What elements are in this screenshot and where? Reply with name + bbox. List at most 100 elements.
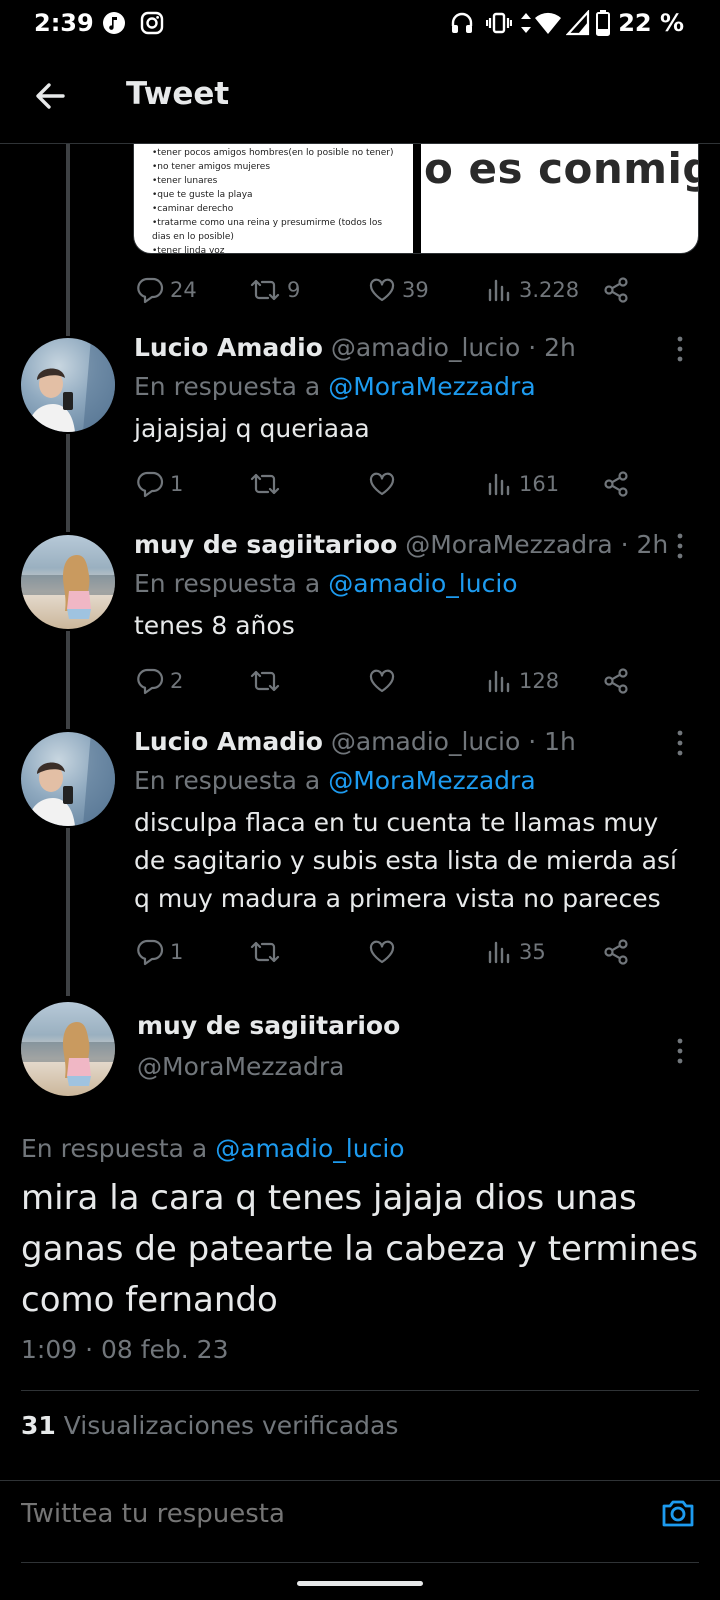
main-tweet-text: mira la cara q tenes jajaja dios unas ga…	[21, 1178, 699, 1320]
battery-percentage: 22 %	[618, 9, 684, 37]
data-transfer-icon	[520, 11, 532, 39]
avatar[interactable]	[21, 535, 115, 629]
mention-link[interactable]: @MoraMezzadra	[328, 372, 535, 401]
share-button[interactable]	[602, 936, 630, 968]
mention-link[interactable]: @MoraMezzadra	[328, 766, 535, 795]
media-caption: o es conmigo	[424, 144, 698, 193]
avatar[interactable]	[21, 1002, 115, 1096]
tweet-text: tenes 8 años	[134, 611, 295, 640]
tweet-media[interactable]: •tener pocos amigos hombres(en lo posibl…	[133, 144, 699, 254]
like-button[interactable]	[368, 936, 396, 968]
wifi-icon	[534, 10, 562, 40]
share-button[interactable]	[602, 468, 630, 500]
music-app-icon	[102, 11, 126, 39]
reply-context: En respuesta a @MoraMezzadra	[134, 372, 536, 401]
camera-icon[interactable]	[660, 1495, 696, 1531]
author-handle[interactable]: @amadio_lucio	[331, 333, 520, 362]
share-button[interactable]	[602, 274, 630, 306]
more-options-icon[interactable]	[670, 1036, 690, 1066]
back-arrow-icon[interactable]	[30, 76, 70, 116]
like-button[interactable]	[368, 665, 396, 697]
thread-line	[66, 828, 70, 996]
mention-link[interactable]: @amadio_lucio	[215, 1134, 404, 1163]
thread-line	[66, 631, 70, 729]
views-summary[interactable]: 31 Visualizaciones verificadas	[21, 1411, 398, 1440]
retweet-button[interactable]	[249, 468, 281, 500]
reply-prefix: En respuesta a	[134, 372, 321, 401]
mention-link[interactable]: @amadio_lucio	[328, 569, 517, 598]
share-icon	[604, 471, 628, 497]
reply-icon	[137, 471, 164, 498]
views-button[interactable]: 128	[487, 665, 559, 697]
share-button[interactable]	[602, 665, 630, 697]
retweet-button[interactable]	[249, 936, 281, 968]
author-name[interactable]: Lucio Amadio	[134, 333, 323, 362]
reply-count: 24	[170, 278, 197, 302]
author-handle[interactable]: @amadio_lucio	[331, 727, 520, 756]
retweet-icon	[250, 279, 280, 301]
divider	[21, 1390, 699, 1391]
reply-context: En respuesta a @amadio_lucio	[134, 569, 518, 598]
heart-icon	[369, 940, 395, 964]
media-line: •tener pocos amigos hombres(en lo posibl…	[152, 148, 394, 158]
reply-button[interactable]: 24	[136, 274, 197, 306]
author-handle[interactable]: @MoraMezzadra	[405, 530, 612, 559]
media-image-text[interactable]: o es conmigo	[421, 144, 698, 253]
retweet-count: 9	[287, 278, 301, 302]
views-button[interactable]: 161	[487, 468, 559, 500]
avatar[interactable]	[21, 732, 115, 826]
reply-button[interactable]: 1	[136, 936, 183, 968]
media-line: dias en lo posible)	[152, 232, 234, 242]
reply-icon	[137, 939, 164, 966]
views-button[interactable]: 3.228	[487, 274, 579, 306]
retweet-button[interactable]: 9	[249, 274, 300, 306]
author-name[interactable]: Lucio Amadio	[134, 727, 323, 756]
more-options-icon[interactable]	[670, 334, 690, 364]
reply-prefix: En respuesta a	[134, 766, 321, 795]
avatar[interactable]	[21, 338, 115, 432]
top-app-bar: Tweet	[0, 60, 720, 144]
author-handle[interactable]: @MoraMezzadra	[137, 1052, 344, 1081]
vibrate-icon	[485, 11, 513, 39]
media-line: •tener linda voz	[152, 246, 225, 254]
headphones-icon	[450, 11, 474, 39]
reply-input[interactable]	[21, 1499, 621, 1529]
media-image-list[interactable]: •tener pocos amigos hombres(en lo posibl…	[134, 144, 413, 254]
views-total: 31	[21, 1411, 56, 1440]
retweet-icon	[250, 670, 280, 692]
home-indicator[interactable]	[297, 1581, 423, 1586]
author-name[interactable]: muy de sagiitarioo	[134, 530, 397, 559]
reply-button[interactable]: 2	[136, 665, 183, 697]
divider	[21, 1562, 699, 1563]
retweet-button[interactable]	[249, 665, 281, 697]
views-chart-icon	[488, 941, 510, 964]
more-options-icon[interactable]	[670, 531, 690, 561]
heart-icon	[369, 278, 395, 302]
like-button[interactable]: 39	[368, 274, 429, 306]
author-name[interactable]: muy de sagiitarioo	[137, 1011, 400, 1040]
more-options-icon[interactable]	[670, 728, 690, 758]
tweet-text: jajajsjaj q queriaaa	[134, 414, 370, 443]
media-line: •no tener amigos mujeres	[152, 162, 271, 172]
tweet-actions: 1 161	[136, 468, 636, 500]
heart-icon	[369, 669, 395, 693]
like-count: 39	[402, 278, 429, 302]
reply-button[interactable]: 1	[136, 468, 183, 500]
reply-context: En respuesta a @amadio_lucio	[21, 1134, 405, 1163]
instagram-icon	[140, 11, 164, 39]
tweet-time: · 1h	[528, 727, 576, 756]
tweet-actions: 2 128	[136, 665, 636, 697]
tweet-time: · 2h	[620, 530, 669, 559]
status-bar: 2:39 22 %	[0, 0, 720, 48]
tweet-header: Lucio Amadio @amadio_lucio · 1h	[134, 727, 576, 756]
share-icon	[604, 939, 628, 965]
page-title: Tweet	[126, 76, 230, 112]
views-count: 3.228	[519, 278, 580, 302]
reply-count: 1	[170, 940, 184, 964]
tweet-timestamp: 1:09 · 08 feb. 23	[21, 1335, 229, 1364]
reply-prefix: En respuesta a	[21, 1134, 208, 1163]
reply-icon	[137, 277, 164, 304]
media-line: •tener lunares	[152, 176, 218, 186]
like-button[interactable]	[368, 468, 396, 500]
views-button[interactable]: 35	[487, 936, 546, 968]
